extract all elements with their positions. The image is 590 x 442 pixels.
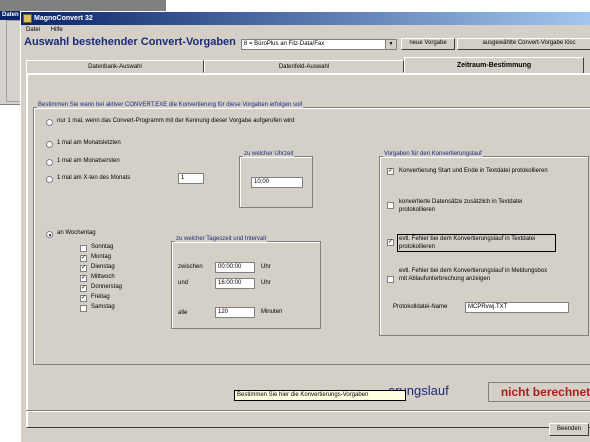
uhrzeit-group-label: zu welcher Uhrzeit — [243, 151, 295, 157]
vorgabe-select-value: 8 = BüroPlus an Filz-Data/Fax — [244, 41, 325, 47]
protokoll-name-input[interactable]: MCPRvwj.TXT — [465, 302, 569, 313]
checkbox-dienstag[interactable]: ✓ — [80, 265, 87, 272]
menu-hilfe[interactable]: Hilfe — [51, 27, 63, 33]
main-window: MagnoConvert 32 Datei Hilfe Auswahl best… — [20, 11, 590, 442]
day-donnerstag-label: Donnerstag — [91, 284, 123, 290]
day-dienstag-label: Dienstag — [91, 264, 115, 270]
uhrzeit-input[interactable]: 10:00 — [251, 177, 303, 188]
app-icon — [23, 14, 32, 23]
status-badge: nicht berechnet — [488, 382, 590, 402]
menu-bar: Datei Hilfe — [21, 26, 67, 35]
day-samstag-label: Samstag — [91, 304, 115, 310]
chevron-down-icon[interactable]: ▼ — [385, 40, 396, 49]
tooltip: Bestimmen Sie hier die Konvertierungs-Vo… — [234, 390, 406, 401]
vorgaben-group-label: Vorgaben für den Konvertierungslauf — [383, 151, 483, 157]
und-label: und — [178, 280, 189, 286]
background-window-caption: Daten — [0, 11, 21, 20]
menu-datei[interactable]: Datei — [26, 27, 40, 33]
radio-1mal-label: nur 1 mal, wenn das Convert-Programm mit… — [57, 118, 295, 124]
opt1-label: Konvertierung Start und Ende in Textdate… — [399, 168, 548, 174]
radio-wochentag[interactable] — [46, 231, 53, 238]
tab-zeitraum[interactable]: Zeitraum-Bestimmung — [404, 57, 584, 74]
page-heading: Auswahl bestehender Convert-Vorgaben — [24, 36, 236, 48]
zwischen-label: zwischen — [178, 264, 203, 270]
title-bar: MagnoConvert 32 — [21, 12, 590, 25]
day-freitag-label: Freitag — [91, 294, 110, 300]
checkbox-protokoll-datensaetze[interactable] — [387, 202, 394, 209]
delete-vorgabe-button[interactable]: ausgewählte Convert-Vorgabe lösc — [457, 38, 590, 50]
zeitraum-group-label: Bestimmen Sie wann bei aktiver CONVERT.E… — [37, 102, 304, 108]
intervall-group-label: zu welcher Tageszeit und Intervall — [175, 236, 267, 242]
radio-wochentag-label: an Wochentag — [57, 230, 96, 236]
window-title: MagnoConvert 32 — [34, 15, 93, 22]
time-from-input[interactable]: 00:00:00 — [215, 262, 255, 273]
day-sonntag-label: Sonntag — [91, 244, 114, 250]
checkbox-donnerstag[interactable]: ✓ — [80, 285, 87, 292]
uhr-label-1: Uhr — [261, 264, 271, 270]
opt3-label: evtl. Fehler bei dem Konvertierungslauf … — [397, 234, 556, 252]
radio-1mal[interactable] — [46, 119, 53, 126]
beenden-button[interactable]: Beenden — [549, 423, 589, 436]
checkbox-fehler-textdatei[interactable]: ✓ — [387, 239, 394, 246]
day-montag-label: Montag — [91, 254, 112, 260]
opt4-label: evtl. Fehler bei dem Konvertierungslauf … — [399, 268, 548, 282]
protokoll-name-label: Protokolldatei-Name — [393, 304, 448, 310]
tab-datenbank[interactable]: Datenbank-Auswahl — [26, 60, 204, 73]
neue-vorgabe-button[interactable]: neue Vorgabe — [401, 38, 455, 50]
minuten-label: Minuten — [261, 309, 283, 315]
checkbox-samstag[interactable] — [80, 305, 87, 312]
checkbox-sonntag[interactable] — [80, 245, 87, 252]
radio-monatsletzten[interactable] — [46, 141, 53, 148]
radio-xten[interactable] — [46, 176, 53, 183]
checkbox-freitag[interactable]: ✓ — [80, 295, 87, 302]
tab-datenfeld[interactable]: Datenfeld-Auswahl — [204, 60, 404, 73]
radio-monatsletzten-label: 1 mal am Monatsletzten — [57, 140, 121, 146]
uhr-label-2: Uhr — [261, 280, 271, 286]
radio-monatsersten-label: 1 mal am Monatsersten — [57, 158, 120, 164]
vorgabe-select[interactable]: 8 = BüroPlus an Filz-Data/Fax ▼ — [241, 39, 397, 50]
alle-label: alle — [178, 310, 188, 316]
divider — [26, 410, 590, 412]
opt2-label: konvertierte Datensätze zusätzlich in Te… — [399, 199, 523, 213]
radio-monatsersten[interactable] — [46, 159, 53, 166]
checkbox-mittwoch[interactable]: ✓ — [80, 275, 87, 282]
time-to-input[interactable]: 16:00:00 — [215, 278, 255, 289]
checkbox-montag[interactable]: ✓ — [80, 255, 87, 262]
radio-xten-label: 1 mal am X-ten des Monats — [57, 175, 131, 181]
interval-input[interactable]: 120 — [215, 307, 255, 318]
checkbox-protokoll-start-ende[interactable]: ✓ — [387, 168, 394, 175]
day-mittwoch-label: Mittwoch — [91, 274, 115, 280]
xten-input[interactable]: 1 — [178, 173, 204, 184]
checkbox-fehler-meldungsbox[interactable] — [387, 276, 394, 283]
background-titlebar — [0, 0, 165, 11]
